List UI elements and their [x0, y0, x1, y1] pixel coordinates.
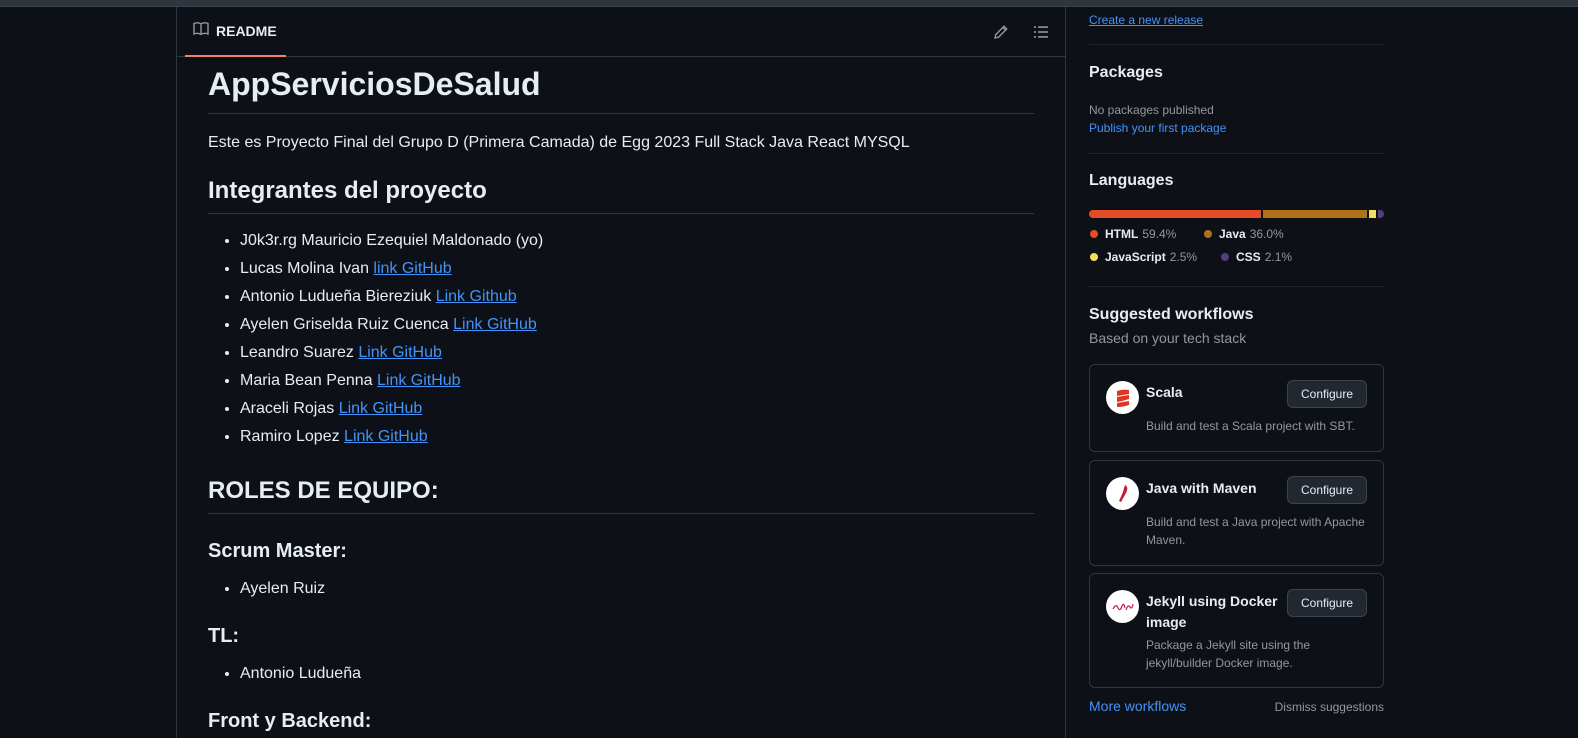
member-name: Araceli Rojas [240, 400, 339, 417]
scrum-master-list: Ayelen Ruiz [208, 579, 1034, 599]
configure-button[interactable]: Configure [1287, 476, 1367, 504]
language-color-dot [1090, 253, 1098, 261]
tl-heading: TL: [208, 625, 240, 647]
readme-title: AppServiciosDeSalud [208, 67, 1034, 114]
more-workflows-link[interactable]: More workflows [1089, 698, 1186, 714]
workflow-description: Build and test a Scala project with SBT. [1146, 419, 1355, 433]
member-name: Leandro Suarez [240, 344, 359, 361]
scrum-master-heading: Scrum Master: [208, 540, 347, 562]
member-name: Maria Bean Penna [240, 372, 377, 389]
member-github-link[interactable]: Link GitHub [358, 344, 442, 361]
members-heading: Integrantes del proyecto [208, 177, 1034, 214]
divider [1089, 44, 1384, 45]
create-release-link[interactable]: Create a new release [1089, 13, 1203, 27]
language-java[interactable]: Java 36.0% [1204, 227, 1284, 241]
readme-content: AppServiciosDeSalud Este es Proyecto Fin… [208, 57, 1034, 733]
workflow-name: Java with Maven [1146, 480, 1257, 496]
member-github-link[interactable]: Link GitHub [339, 400, 423, 417]
language-percent: 36.0% [1249, 227, 1284, 241]
workflow-description: Package a Jekyll site using the jekyll/b… [1146, 638, 1311, 670]
list-item: Antonio Ludueña [240, 664, 1034, 684]
language-bar-segment [1368, 210, 1376, 218]
member-name: J0k3r.rg Mauricio Ezequiel Maldonado (yo… [240, 232, 544, 249]
member-item: Maria Bean Penna Link GitHub [240, 371, 1034, 399]
workflow-card-java-maven: Java with Maven Configure Build and test… [1089, 460, 1384, 566]
member-name: Lucas Molina Ivan [240, 260, 374, 277]
publish-package-link[interactable]: Publish your first package [1089, 121, 1226, 135]
members-list: J0k3r.rg Mauricio Ezequiel Maldonado (yo… [208, 231, 1034, 455]
language-percent: 2.1% [1264, 250, 1293, 264]
readme-panel: README AppServiciosDeSalud Este es Proye… [176, 7, 1066, 738]
tl-list: Antonio Ludueña [208, 664, 1034, 684]
language-bar-segment [1262, 210, 1367, 218]
roles-heading: ROLES DE EQUIPO: [208, 477, 1034, 514]
language-name: CSS [1236, 250, 1261, 264]
language-bar-segment [1377, 210, 1384, 218]
language-color-dot [1204, 230, 1212, 238]
readme-tab[interactable]: README [185, 7, 286, 57]
scala-icon [1106, 381, 1139, 414]
workflows-subtitle: Based on your tech stack [1089, 330, 1247, 346]
readme-tab-label: README [216, 23, 277, 39]
member-github-link[interactable]: link GitHub [373, 260, 451, 277]
language-percent: 2.5% [1169, 250, 1198, 264]
workflow-card-scala: Scala Configure Build and test a Scala p… [1089, 364, 1384, 452]
member-github-link[interactable]: Link GitHub [344, 428, 428, 445]
workflow-name: Scala [1146, 384, 1183, 400]
browser-top-edge [0, 0, 1578, 7]
book-icon [193, 21, 209, 42]
front-backend-heading: Front y Backend: [208, 710, 372, 732]
member-item: Antonio Ludueña Biereziuk Link Github [240, 287, 1034, 315]
member-item: Ramiro Lopez Link GitHub [240, 427, 1034, 455]
configure-button[interactable]: Configure [1287, 589, 1367, 617]
language-css[interactable]: CSS 2.1% [1221, 250, 1292, 264]
jekyll-icon [1106, 590, 1139, 623]
workflows-title: Suggested workflows [1089, 306, 1254, 323]
dismiss-suggestions-button[interactable]: Dismiss suggestions [1275, 700, 1384, 714]
member-item: Ayelen Griselda Ruiz Cuenca Link GitHub [240, 315, 1034, 343]
member-item: Leandro Suarez Link GitHub [240, 343, 1034, 371]
outline-list-icon[interactable] [1032, 23, 1050, 41]
member-item: Lucas Molina Ivan link GitHub [240, 259, 1034, 287]
divider [1089, 286, 1384, 287]
workflow-name: Jekyll using Docker image [1146, 593, 1278, 630]
readme-header: README [177, 7, 1065, 57]
languages-title: Languages [1089, 172, 1174, 189]
language-name: HTML [1105, 227, 1139, 241]
language-color-dot [1221, 253, 1229, 261]
language-color-dot [1090, 230, 1098, 238]
member-item: J0k3r.rg Mauricio Ezequiel Maldonado (yo… [240, 231, 1034, 259]
member-name: Ayelen Griselda Ruiz Cuenca [240, 316, 454, 333]
member-github-link[interactable]: Link GitHub [377, 372, 461, 389]
configure-button[interactable]: Configure [1287, 380, 1367, 408]
workflow-description: Build and test a Java project with Apach… [1146, 515, 1365, 547]
language-name: JavaScript [1105, 250, 1166, 264]
languages-bar [1089, 210, 1384, 218]
member-item: Araceli Rojas Link GitHub [240, 399, 1034, 427]
language-html[interactable]: HTML 59.4% [1090, 227, 1176, 241]
member-name: Ramiro Lopez [240, 428, 345, 445]
workflow-card-jekyll: Jekyll using Docker image Configure Pack… [1089, 573, 1384, 688]
packages-title: Packages [1089, 64, 1163, 81]
maven-icon [1106, 477, 1139, 510]
readme-description: Este es Proyecto Final del Grupo D (Prim… [208, 134, 910, 151]
divider [1089, 153, 1384, 154]
language-javascript[interactable]: JavaScript 2.5% [1090, 250, 1197, 264]
pencil-icon[interactable] [992, 23, 1010, 41]
language-percent: 59.4% [1142, 227, 1177, 241]
language-name: Java [1219, 227, 1246, 241]
language-bar-segment [1089, 210, 1261, 218]
packages-empty-text: No packages published [1089, 103, 1214, 117]
member-github-link[interactable]: Link Github [436, 288, 517, 305]
member-name: Antonio Ludueña Biereziuk [240, 288, 436, 305]
list-item: Ayelen Ruiz [240, 579, 1034, 599]
member-github-link[interactable]: Link GitHub [453, 316, 537, 333]
